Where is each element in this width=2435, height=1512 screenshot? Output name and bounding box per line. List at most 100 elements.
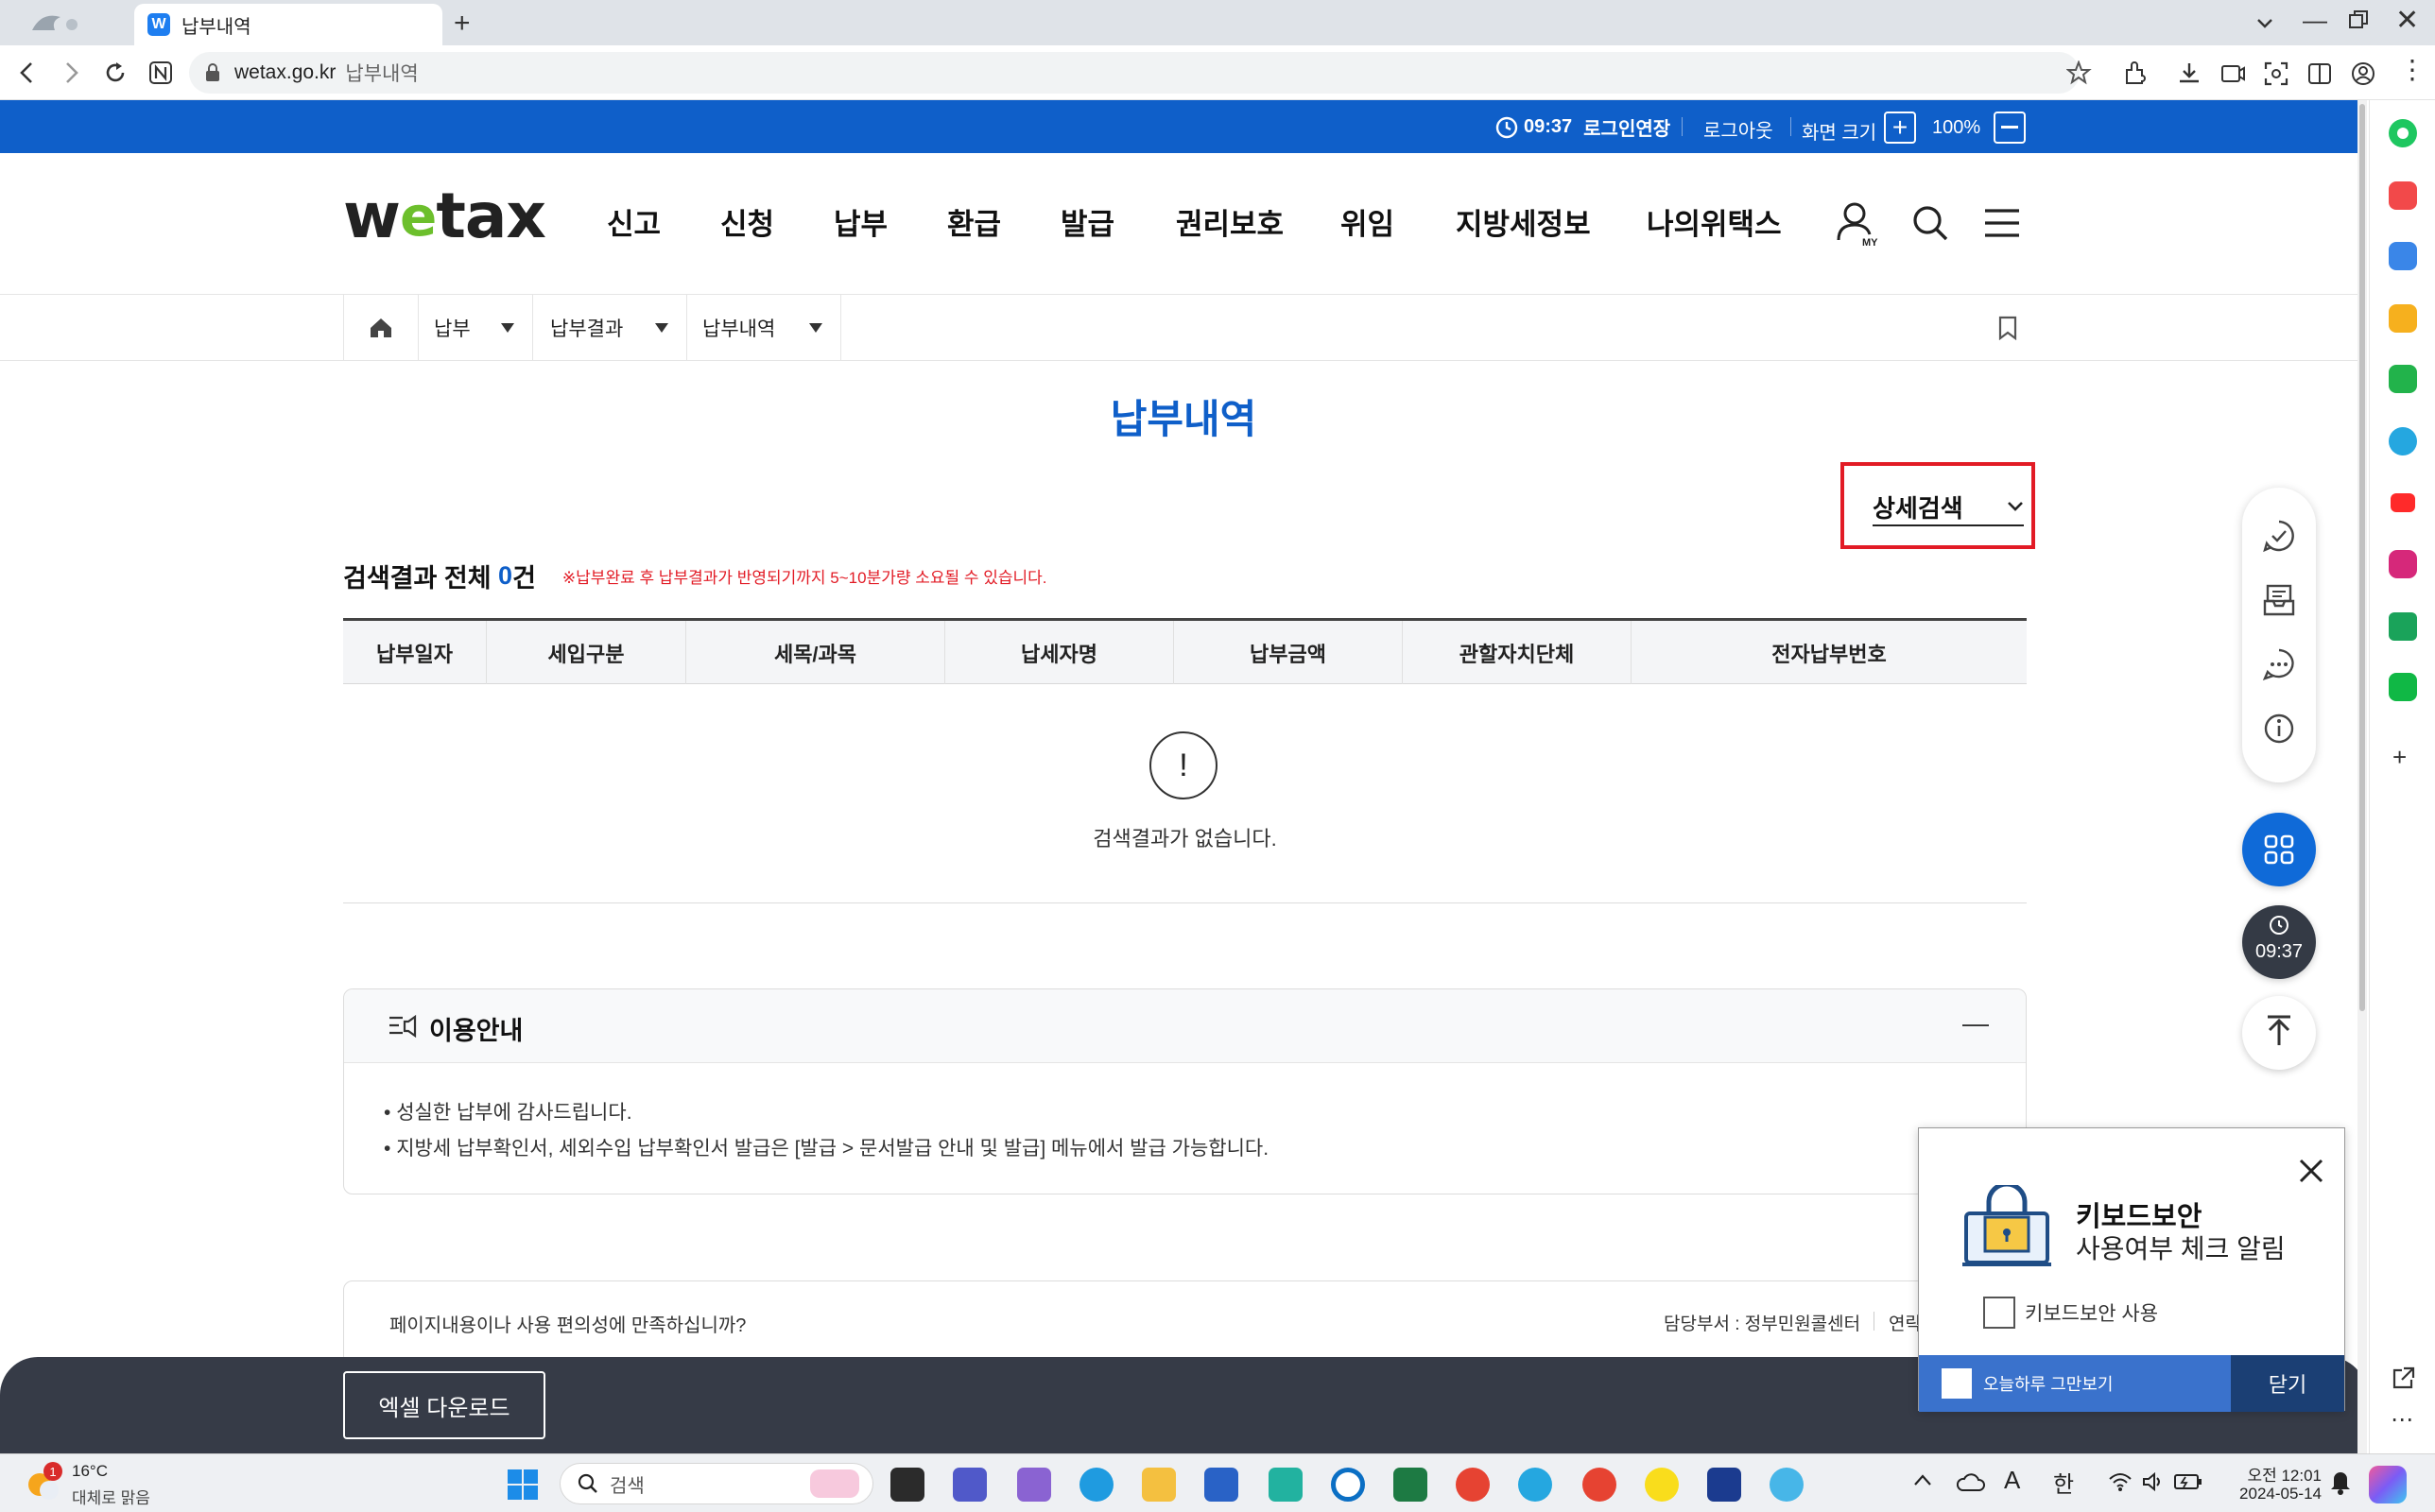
login-extend-button[interactable]: 로그인연장: [1583, 113, 1670, 141]
document-inbox-icon[interactable]: [2261, 582, 2297, 618]
webtoon-app-icon[interactable]: [2389, 365, 2417, 393]
stock-app-icon[interactable]: [2389, 612, 2417, 641]
menu-pay[interactable]: 납부: [834, 200, 888, 243]
taskbar-search-box[interactable]: 검색: [560, 1463, 873, 1504]
copilot-icon[interactable]: [2369, 1466, 2407, 1503]
windows-start-icon[interactable]: [507, 1469, 539, 1501]
page-scrollbar[interactable]: [2357, 100, 2367, 1453]
naver-green-app-icon[interactable]: [2389, 119, 2417, 147]
capture-icon[interactable]: [2219, 60, 2246, 87]
menu-refund[interactable]: 환급: [947, 200, 1001, 243]
tab-search-icon[interactable]: [2254, 11, 2276, 34]
chrome-icon[interactable]: [1456, 1468, 1490, 1502]
wetax-logo[interactable]: wetax: [343, 180, 546, 252]
menu-issue[interactable]: 발급: [1061, 200, 1114, 243]
open-external-icon[interactable]: [2391, 1366, 2415, 1391]
dont-show-today-checkbox[interactable]: [1942, 1368, 1972, 1399]
breadcrumb-item-pay-history[interactable]: 납부내역: [687, 295, 841, 361]
chrome-profile-icon[interactable]: [1582, 1468, 1616, 1502]
forward-icon[interactable]: [59, 60, 83, 85]
sidebar-toggle-icon[interactable]: [2306, 60, 2333, 87]
all-menu-button[interactable]: [2242, 813, 2316, 886]
logout-button[interactable]: 로그아웃: [1703, 115, 1773, 143]
microsoft-store-icon[interactable]: [1204, 1468, 1238, 1502]
screenshot-icon[interactable]: [2263, 60, 2289, 87]
bookmark-icon[interactable]: [1997, 316, 2018, 340]
scroll-top-button[interactable]: [2242, 996, 2316, 1070]
menu-report[interactable]: 신고: [607, 200, 661, 243]
notification-bell-icon[interactable]: [2329, 1469, 2352, 1496]
ime-indicator[interactable]: 한: [2053, 1466, 2074, 1499]
favorite-star-icon[interactable]: [2066, 60, 2093, 85]
my-page-icon[interactable]: MY: [1836, 200, 1879, 248]
zoom-in-icon[interactable]: +: [1884, 112, 1916, 144]
menu-my-wetax[interactable]: 나의위택스: [1647, 200, 1782, 243]
menu-rights[interactable]: 권리보호: [1176, 200, 1284, 243]
info-icon[interactable]: [2261, 711, 2297, 747]
pocket-app-icon[interactable]: [2389, 181, 2417, 210]
sidebar-more-icon[interactable]: ⋯: [2391, 1406, 2413, 1434]
edge-icon[interactable]: [1079, 1468, 1114, 1502]
wallet-app-icon[interactable]: [2389, 242, 2417, 270]
breadcrumb-item-pay[interactable]: 납부: [419, 295, 533, 361]
keyboard-security-checkbox-row[interactable]: 키보드보안 사용: [1983, 1297, 2158, 1329]
detail-search-toggle[interactable]: 상세검색: [1873, 489, 2024, 526]
weather-icon[interactable]: 1: [25, 1462, 62, 1502]
chat-support-icon[interactable]: [2261, 646, 2297, 682]
instagram-app-icon[interactable]: [2389, 550, 2417, 578]
minimize-icon[interactable]: —: [2303, 6, 2327, 35]
download-icon[interactable]: [2176, 60, 2202, 87]
search-icon[interactable]: [1911, 204, 1949, 242]
popup-close-icon[interactable]: [2297, 1157, 2325, 1185]
zoom-out-icon[interactable]: [1994, 112, 2026, 144]
breadcrumb-item-pay-result[interactable]: 납부결과: [533, 295, 687, 361]
clock-date[interactable]: 2024-05-14: [2223, 1485, 2322, 1503]
font-indicator[interactable]: A: [2004, 1466, 2020, 1495]
naver-cart-app-icon[interactable]: [2389, 673, 2417, 701]
checklist-chat-icon[interactable]: [2261, 518, 2297, 554]
clock-time[interactable]: 오전 12:01: [2223, 1462, 2322, 1486]
whale-browser-icon[interactable]: [1518, 1468, 1552, 1502]
browser-menu-icon[interactable]: ⋮: [2399, 57, 2426, 83]
new-tab-icon[interactable]: +: [454, 8, 471, 40]
volume-icon[interactable]: [2142, 1471, 2165, 1492]
add-app-icon[interactable]: +: [2392, 743, 2407, 772]
close-window-icon[interactable]: ✕: [2395, 4, 2419, 37]
tray-expand-icon[interactable]: [1913, 1473, 1932, 1486]
back-icon[interactable]: [15, 60, 40, 85]
menu-local-tax-info[interactable]: 지방세정보: [1456, 200, 1591, 243]
clipchamp-icon[interactable]: [1017, 1468, 1051, 1502]
breadcrumb-home[interactable]: [343, 295, 419, 361]
collapse-icon[interactable]: —: [1962, 1008, 1989, 1039]
sync-app-icon[interactable]: [1269, 1468, 1303, 1502]
file-explorer-icon[interactable]: [1142, 1468, 1176, 1502]
naver-home-icon[interactable]: [147, 60, 174, 86]
usage-guide-header[interactable]: 이용안내 —: [344, 989, 2026, 1063]
youtube-app-icon[interactable]: [2391, 493, 2415, 512]
excel-icon[interactable]: [1393, 1468, 1427, 1502]
address-bar[interactable]: wetax.go.kr 납부내역: [189, 52, 2080, 94]
reload-icon[interactable]: [102, 60, 129, 86]
task-view-icon[interactable]: [890, 1468, 924, 1502]
excel-download-button[interactable]: 엑셀 다운로드: [343, 1371, 545, 1439]
bookmark-star-app-icon[interactable]: [2389, 304, 2417, 333]
profile-icon[interactable]: [2350, 60, 2376, 87]
keyboard-security-checkbox[interactable]: [1983, 1297, 2015, 1329]
wifi-icon[interactable]: [2108, 1471, 2133, 1492]
edge-app-icon[interactable]: [2389, 427, 2417, 455]
media-app-icon[interactable]: [1331, 1468, 1365, 1502]
scrollbar-thumb[interactable]: [2359, 104, 2365, 1011]
dont-show-today-button[interactable]: 오늘하루 그만보기: [1919, 1355, 2231, 1412]
hamburger-menu-icon[interactable]: [1983, 208, 2021, 238]
restore-icon[interactable]: [2348, 9, 2369, 30]
prime-video-icon[interactable]: [1707, 1468, 1741, 1502]
popup-close-button[interactable]: 닫기: [2231, 1355, 2344, 1412]
menu-apply[interactable]: 신청: [720, 200, 774, 243]
extensions-icon[interactable]: [2121, 60, 2148, 87]
onedrive-icon[interactable]: [1957, 1471, 1985, 1492]
browser-tab-active[interactable]: W 납부내역: [134, 4, 442, 45]
kakaotalk-icon[interactable]: [1645, 1468, 1679, 1502]
whale-alt-icon[interactable]: [1770, 1468, 1804, 1502]
session-timer-button[interactable]: 09:37: [2242, 905, 2316, 979]
battery-icon[interactable]: [2174, 1473, 2202, 1490]
